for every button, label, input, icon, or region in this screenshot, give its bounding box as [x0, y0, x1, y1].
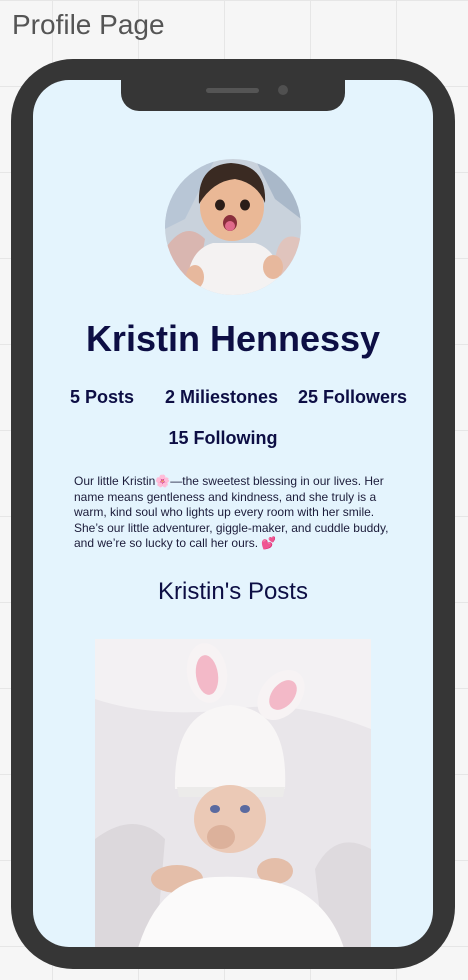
- stat-milestones[interactable]: 2 Miliestones: [165, 387, 278, 408]
- profile-name: Kristin Hennessy: [85, 318, 381, 359]
- page-title: Profile Page: [12, 9, 165, 40]
- phone-frame: Kristin Hennessy 5 Posts 2 Miliestones 2…: [11, 59, 455, 969]
- profile-avatar[interactable]: [165, 159, 301, 295]
- stat-following[interactable]: 15 Following: [33, 428, 413, 449]
- phone-screen: Kristin Hennessy 5 Posts 2 Miliestones 2…: [33, 80, 433, 947]
- post-image[interactable]: [95, 639, 371, 947]
- stat-followers[interactable]: 25 Followers: [298, 387, 407, 408]
- phone-notch: [121, 80, 345, 111]
- speaker-grille: [206, 88, 259, 93]
- stat-posts[interactable]: 5 Posts: [70, 387, 134, 408]
- posts-heading: Kristin's Posts: [158, 578, 308, 605]
- profile-bio: Our little Kristin🌸—the sweetest blessin…: [74, 474, 389, 550]
- front-camera: [278, 85, 288, 95]
